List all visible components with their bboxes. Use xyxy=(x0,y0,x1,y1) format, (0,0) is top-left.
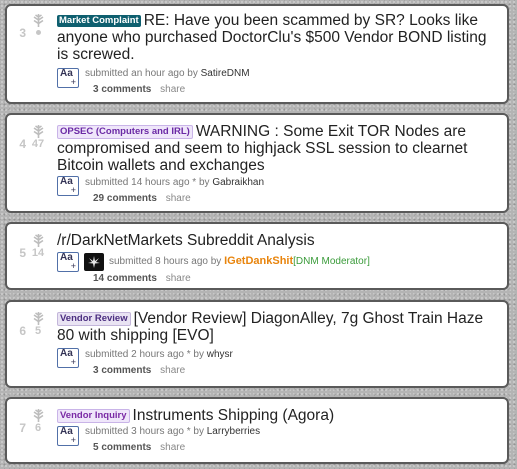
score: 5 xyxy=(34,325,42,337)
text-post-icon[interactable]: Aa + xyxy=(57,176,79,196)
post-meta: submitted 8 hours ago by IGetDankShit[DN… xyxy=(109,255,370,267)
post-actions: 14 comments share xyxy=(93,273,191,284)
share-link[interactable]: share xyxy=(160,365,185,376)
upvote-icon[interactable] xyxy=(32,14,45,27)
score: 14 xyxy=(31,247,45,259)
text-post-icon[interactable]: Aa + xyxy=(57,252,79,272)
link-flair: Market Complaint xyxy=(57,15,141,27)
author-link[interactable]: Larryberries xyxy=(207,426,260,437)
submitted-text: submitted 2 hours ago xyxy=(85,349,184,360)
vote-control[interactable]: 6 xyxy=(29,409,47,434)
post-card: 3 Market Complaint RE: Have you been scam… xyxy=(5,4,509,104)
moderator-flair: [DNM Moderator] xyxy=(293,256,370,267)
share-link[interactable]: share xyxy=(166,273,191,284)
thumb-plus: + xyxy=(70,185,76,195)
thumb-plus: + xyxy=(70,357,76,367)
edited-marker: * by xyxy=(186,426,204,437)
submitted-text: submitted 14 hours ago xyxy=(85,177,190,188)
comments-link[interactable]: 3 comments xyxy=(93,84,151,95)
upvote-icon[interactable] xyxy=(32,409,45,422)
author-link[interactable]: whysr xyxy=(207,349,233,360)
post-meta: submitted 3 hours ago * by Larryberries xyxy=(85,426,260,437)
post-rank: 4 xyxy=(19,137,26,151)
post-title-text[interactable]: /r/DarkNetMarkets Subreddit Analysis xyxy=(57,232,315,249)
post-actions: 3 comments share xyxy=(93,365,185,376)
post-rank: 7 xyxy=(19,421,26,435)
score-dot xyxy=(35,30,41,35)
post-title-text[interactable]: Instruments Shipping (Agora) xyxy=(133,407,335,424)
post-title[interactable]: OPSEC (Computers and IRL) WARNING : Some … xyxy=(57,123,499,174)
vote-control[interactable]: 47 xyxy=(29,125,47,150)
author-link[interactable]: SatireDNM xyxy=(201,68,250,79)
post-title[interactable]: /r/DarkNetMarkets Subreddit Analysis xyxy=(57,232,499,249)
vote-control[interactable]: 14 xyxy=(29,234,47,259)
comments-link[interactable]: 5 comments xyxy=(93,442,151,453)
post-rank: 3 xyxy=(19,26,26,40)
link-flair: Vendor Inquiry xyxy=(57,409,130,423)
upvote-icon[interactable] xyxy=(32,125,45,138)
post-meta: submitted 14 hours ago * by Gabraikhan xyxy=(85,177,264,188)
post-title[interactable]: Vendor Inquiry Instruments Shipping (Agor… xyxy=(57,407,499,424)
post-title[interactable]: Vendor Review [Vendor Review] DiagonAlley… xyxy=(57,310,499,344)
post-meta: submitted an hour ago by SatireDNM xyxy=(85,68,250,79)
text-post-icon[interactable]: Aa + xyxy=(57,426,79,446)
thumb-plus: + xyxy=(70,261,76,271)
post-card: 5 14 /r/DarkNetMarkets Subreddit Analysi… xyxy=(5,222,509,290)
share-link[interactable]: share xyxy=(160,84,185,95)
share-link[interactable]: share xyxy=(166,193,191,204)
share-link[interactable]: share xyxy=(160,442,185,453)
comments-link[interactable]: 29 comments xyxy=(93,193,157,204)
post-actions: 5 comments share xyxy=(93,442,185,453)
post-card: 7 6 Vendor Inquiry Instruments Shipping (… xyxy=(5,397,509,464)
comments-link[interactable]: 14 comments xyxy=(93,273,157,284)
submitted-text: submitted 8 hours ago by xyxy=(109,256,222,267)
submitted-text: submitted an hour ago by xyxy=(85,68,198,79)
link-flair: Vendor Review xyxy=(57,312,131,326)
link-flair: OPSEC (Computers and IRL) xyxy=(57,125,193,139)
thumb-plus: + xyxy=(70,435,76,445)
post-rank: 5 xyxy=(19,246,26,260)
upvote-icon[interactable] xyxy=(32,234,45,247)
submitted-text: submitted 3 hours ago xyxy=(85,426,184,437)
cannabis-leaf-icon[interactable] xyxy=(84,253,104,271)
vote-control[interactable] xyxy=(29,14,47,35)
score: 47 xyxy=(31,138,45,150)
edited-marker: * by xyxy=(192,177,210,188)
edited-marker: * by xyxy=(186,349,204,360)
score: 6 xyxy=(34,422,42,434)
post-title[interactable]: Market Complaint RE: Have you been scamme… xyxy=(57,12,499,63)
thumb-plus: + xyxy=(70,77,76,87)
vote-control[interactable]: 5 xyxy=(29,312,47,337)
post-card: 4 47 OPSEC (Computers and IRL) WARNING : … xyxy=(5,113,509,213)
text-post-icon[interactable]: Aa + xyxy=(57,348,79,368)
upvote-icon[interactable] xyxy=(32,312,45,325)
post-card: 6 5 Vendor Review [Vendor Review] DiagonA… xyxy=(5,300,509,388)
post-meta: submitted 2 hours ago * by whysr xyxy=(85,349,233,360)
comments-link[interactable]: 3 comments xyxy=(93,365,151,376)
post-actions: 29 comments share xyxy=(93,193,191,204)
text-post-icon[interactable]: Aa + xyxy=(57,68,79,88)
author-link[interactable]: Gabraikhan xyxy=(212,177,264,188)
post-rank: 6 xyxy=(19,324,26,338)
post-actions: 3 comments share xyxy=(93,84,185,95)
author-link[interactable]: IGetDankShit xyxy=(224,255,293,267)
